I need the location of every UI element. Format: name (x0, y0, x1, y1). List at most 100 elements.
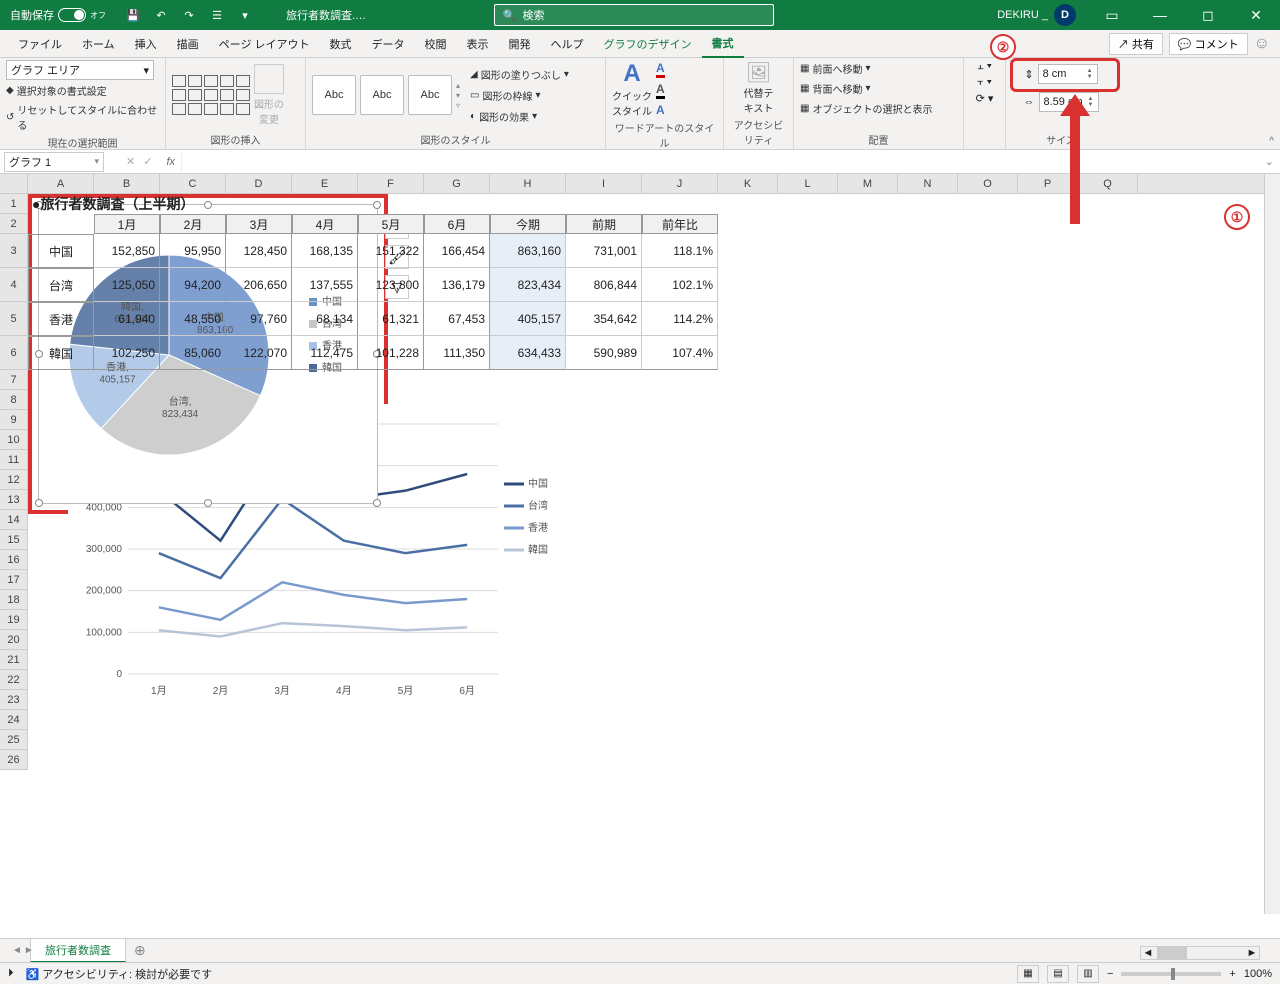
cell[interactable]: 韓国 (28, 336, 94, 370)
tab-home[interactable]: ホーム (72, 30, 125, 58)
cell[interactable]: 152,850 (94, 234, 160, 268)
column-header[interactable]: H (490, 174, 566, 193)
cell[interactable]: 前期 (566, 214, 642, 234)
horizontal-scrollbar[interactable]: ◄► (1140, 946, 1260, 962)
send-backward-button[interactable]: ▦ 背面へ移動 ▾ (800, 80, 870, 97)
cell[interactable]: 5月 (358, 214, 424, 234)
row-header[interactable]: 8 (0, 390, 27, 410)
cell[interactable]: 前年比 (642, 214, 718, 234)
cell[interactable]: 67,453 (424, 302, 490, 336)
row-header[interactable]: 18 (0, 590, 27, 610)
format-selection-button[interactable]: ◆ 選択対象の書式設定 (6, 82, 107, 99)
column-header[interactable]: M (838, 174, 898, 193)
normal-view-icon[interactable]: ▦ (1017, 965, 1039, 983)
cell[interactable]: 95,950 (160, 234, 226, 268)
comments-button[interactable]: 💬 コメント (1169, 33, 1248, 55)
vertical-scrollbar[interactable] (1264, 174, 1280, 914)
row-header[interactable]: 25 (0, 730, 27, 750)
row-header[interactable]: 12 (0, 470, 27, 490)
row-header[interactable]: 23 (0, 690, 27, 710)
cell[interactable]: 94,200 (160, 268, 226, 302)
row-header[interactable]: 9 (0, 410, 27, 430)
shape-fill-button[interactable]: ◢ 図形の塗りつぶし ▾ (470, 66, 569, 83)
column-header[interactable]: A (28, 174, 94, 193)
row-header[interactable]: 15 (0, 530, 27, 550)
page-break-view-icon[interactable]: ▥ (1077, 965, 1099, 983)
rotate-icon[interactable]: ⟳ ▾ (976, 92, 994, 105)
search-input[interactable]: 🔍 検索 (494, 4, 774, 26)
tab-developer[interactable]: 開発 (499, 30, 541, 58)
tab-page-layout[interactable]: ページ レイアウト (209, 30, 320, 58)
cell[interactable]: 61,321 (358, 302, 424, 336)
cell[interactable]: 112,475 (292, 336, 358, 370)
shape-height-input[interactable]: 8 cm▲▼ (1038, 64, 1098, 84)
cell[interactable]: 6月 (424, 214, 490, 234)
column-header[interactable]: C (160, 174, 226, 193)
align-icon[interactable]: ⫠ ▾ (977, 60, 992, 73)
row-header[interactable]: 3 (0, 234, 27, 268)
tab-insert[interactable]: 挿入 (125, 30, 167, 58)
cell[interactable]: 111,350 (424, 336, 490, 370)
cell[interactable]: 823,434 (490, 268, 566, 302)
cell[interactable]: 137,555 (292, 268, 358, 302)
shape-style-1[interactable]: Abc (312, 75, 356, 115)
reset-style-button[interactable]: ↺ リセットしてスタイルに合わせる (6, 101, 159, 133)
add-sheet-icon[interactable]: ⊕ (126, 942, 154, 959)
row-header[interactable]: 5 (0, 302, 27, 336)
formula-input[interactable] (181, 152, 1259, 172)
autosave-toggle[interactable]: 自動保存 オフ (4, 7, 112, 23)
cell[interactable]: 97,760 (226, 302, 292, 336)
row-header[interactable]: 22 (0, 670, 27, 690)
save-icon[interactable]: 💾 (122, 4, 144, 26)
cell[interactable]: 48,550 (160, 302, 226, 336)
wordart-quick-styles[interactable]: A クイック スタイル (612, 60, 652, 118)
shape-style-3[interactable]: Abc (408, 75, 452, 115)
chart-element-selector[interactable]: グラフ エリア▾ (6, 60, 154, 80)
row-header[interactable]: 20 (0, 630, 27, 650)
tab-review[interactable]: 校閲 (415, 30, 457, 58)
tab-format[interactable]: 書式 (702, 30, 744, 58)
zoom-slider[interactable] (1121, 972, 1221, 976)
zoom-level[interactable]: 100% (1244, 968, 1272, 980)
close-icon[interactable]: ✕ (1236, 0, 1276, 30)
cell[interactable]: 香港 (28, 302, 94, 336)
cell[interactable]: 166,454 (424, 234, 490, 268)
shape-effects-button[interactable]: ◐ 図形の効果 ▾ (470, 108, 569, 125)
row-header[interactable]: 7 (0, 370, 27, 390)
expand-formula-icon[interactable]: ⌄ (1259, 155, 1280, 168)
tab-file[interactable]: ファイル (8, 30, 72, 58)
row-header[interactable]: 10 (0, 430, 27, 450)
row-header[interactable]: 11 (0, 450, 27, 470)
cell[interactable]: 107.4% (642, 336, 718, 370)
text-outline-icon[interactable]: A (656, 82, 665, 99)
selection-pane-button[interactable]: ▦ オブジェクトの選択と表示 (800, 100, 932, 117)
cell[interactable]: 102.1% (642, 268, 718, 302)
accessibility-status[interactable]: ♿ アクセシビリティ: 検討が必要です (14, 966, 225, 982)
cell[interactable]: 118.1% (642, 234, 718, 268)
group-icon[interactable]: ⫟ ▾ (977, 76, 992, 89)
column-header[interactable]: N (898, 174, 958, 193)
cell[interactable]: 405,157 (490, 302, 566, 336)
column-header[interactable]: J (642, 174, 718, 193)
cell[interactable]: 125,050 (94, 268, 160, 302)
cell[interactable]: 806,844 (566, 268, 642, 302)
column-header[interactable]: L (778, 174, 838, 193)
row-header[interactable]: 6 (0, 336, 27, 370)
cell[interactable]: 4月 (292, 214, 358, 234)
row-header[interactable]: 14 (0, 510, 27, 530)
cell[interactable]: 731,001 (566, 234, 642, 268)
row-header[interactable]: 16 (0, 550, 27, 570)
shape-gallery[interactable] (172, 75, 250, 115)
row-header[interactable]: 19 (0, 610, 27, 630)
cell[interactable]: 61,940 (94, 302, 160, 336)
column-header[interactable]: K (718, 174, 778, 193)
column-header[interactable]: F (358, 174, 424, 193)
shape-style-2[interactable]: Abc (360, 75, 404, 115)
row-header[interactable]: 13 (0, 490, 27, 510)
cell[interactable]: 136,179 (424, 268, 490, 302)
tab-formulas[interactable]: 数式 (320, 30, 362, 58)
cell[interactable]: 85,060 (160, 336, 226, 370)
column-header[interactable]: O (958, 174, 1018, 193)
cell[interactable]: 102,250 (94, 336, 160, 370)
cell[interactable]: 206,650 (226, 268, 292, 302)
